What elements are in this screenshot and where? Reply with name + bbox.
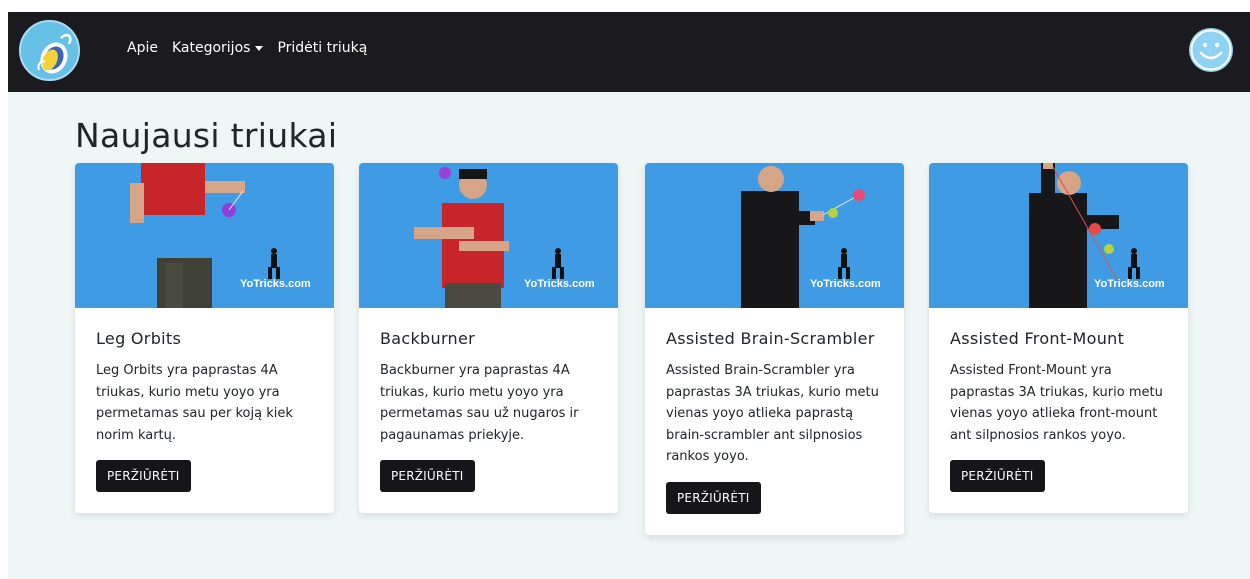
- view-button[interactable]: PERŽIŪRĖTI: [96, 460, 191, 493]
- navbar: Apie Kategorijos Pridėti triuką: [8, 12, 1250, 92]
- card-body: Assisted Brain-Scrambler Assisted Brain-…: [645, 308, 904, 535]
- card-title: Assisted Brain-Scrambler: [666, 329, 875, 348]
- page-title: Naujausi triukai: [75, 116, 338, 155]
- nav-link-apie-label: Apie: [127, 40, 158, 56]
- card-title: Backburner: [380, 329, 475, 348]
- view-button[interactable]: PERŽIŪRĖTI: [950, 460, 1045, 493]
- trick-card: YoTricks.com Assisted Brain-Scrambler As…: [645, 163, 904, 535]
- trick-photo: YoTricks.com: [359, 163, 618, 308]
- card-title: Assisted Front-Mount: [950, 329, 1125, 348]
- card-text: Backburner yra paprastas 4A triukas, kur…: [380, 363, 579, 443]
- nav-link-prideti-triuka-label: Pridėti triuką: [277, 40, 368, 56]
- watermark: YoTricks.com: [810, 278, 881, 290]
- trick-card: YoTricks.com Leg Orbits Leg Orbits yra p…: [75, 163, 334, 514]
- watermark: YoTricks.com: [1094, 278, 1165, 290]
- watermark: YoTricks.com: [240, 278, 311, 290]
- caret-down-icon: [255, 45, 264, 51]
- view-button[interactable]: PERŽIŪRĖTI: [666, 481, 761, 514]
- trick-card: YoTricks.com Backburner Backburner yra p…: [359, 163, 618, 514]
- nav-links: Apie Kategorijos Pridėti triuką: [127, 40, 367, 56]
- card-title: Leg Orbits: [96, 329, 182, 348]
- watermark: YoTricks.com: [524, 278, 595, 290]
- card-body: Backburner Backburner yra paprastas 4A t…: [359, 308, 618, 513]
- trick-card: YoTricks.com Assisted Front-Mount Assist…: [929, 163, 1188, 514]
- nav-link-apie[interactable]: Apie: [127, 40, 158, 56]
- card-text: Assisted Brain-Scrambler yra paprastas 3…: [666, 363, 879, 465]
- view-button[interactable]: PERŽIŪRĖTI: [380, 460, 475, 493]
- card-body: Assisted Front-Mount Assisted Front-Moun…: [929, 308, 1188, 513]
- card-text: Leg Orbits yra paprastas 4A triukas, kur…: [96, 363, 293, 443]
- user-avatar-icon[interactable]: [1188, 27, 1234, 73]
- trick-photo: YoTricks.com: [75, 163, 334, 308]
- card-body: Leg Orbits Leg Orbits yra paprastas 4A t…: [75, 308, 334, 513]
- card-text: Assisted Front-Mount yra paprastas 3A tr…: [950, 363, 1163, 443]
- trick-photo: YoTricks.com: [645, 163, 904, 308]
- trick-photo: YoTricks.com: [929, 163, 1188, 308]
- nav-dropdown-kategorijos-label: Kategorijos: [171, 40, 251, 56]
- nav-dropdown-kategorijos[interactable]: Kategorijos: [171, 40, 264, 56]
- page-frame: Apie Kategorijos Pridėti triuką Naujausi…: [8, 12, 1250, 579]
- yoyo-logo-icon[interactable]: [19, 20, 80, 81]
- nav-link-prideti-triuka[interactable]: Pridėti triuką: [277, 40, 367, 56]
